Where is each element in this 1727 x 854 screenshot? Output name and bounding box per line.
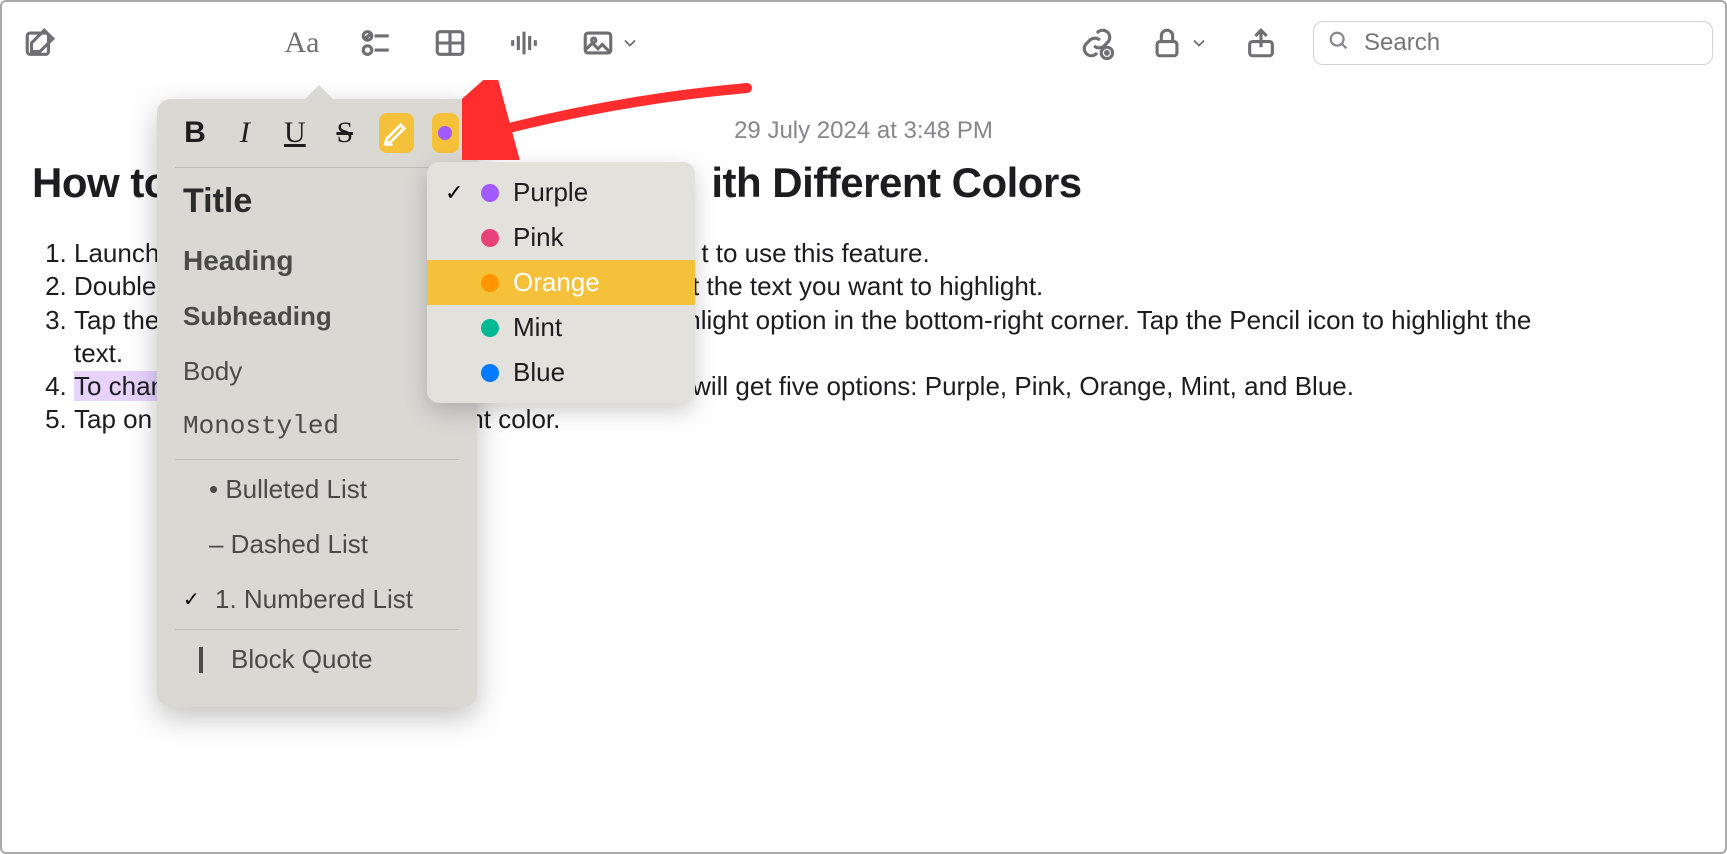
color-label: Orange — [513, 267, 600, 298]
color-dot-icon — [438, 126, 452, 140]
table-icon[interactable] — [432, 25, 468, 61]
swatch-icon — [481, 319, 499, 337]
search-icon — [1328, 30, 1350, 57]
color-item-purple[interactable]: ✓ Purple — [427, 170, 695, 215]
swatch-icon — [481, 229, 499, 247]
color-label: Mint — [513, 312, 562, 343]
search-box[interactable] — [1313, 21, 1713, 65]
swatch-icon — [481, 184, 499, 202]
search-input[interactable] — [1362, 28, 1698, 58]
color-item-orange[interactable]: Orange — [427, 260, 695, 305]
style-dashed[interactable]: – Dashed List — [157, 517, 477, 572]
style-blockquote[interactable]: Block Quote — [157, 632, 477, 687]
color-item-mint[interactable]: Mint — [427, 305, 695, 350]
swatch-icon — [481, 274, 499, 292]
underline-button[interactable]: U — [279, 113, 311, 153]
highlight-color-menu: ✓ Purple Pink Orange Mint Blue — [427, 162, 695, 403]
color-label: Blue — [513, 357, 565, 388]
link-icon[interactable] — [1079, 25, 1115, 61]
color-label: Pink — [513, 222, 564, 253]
media-icon[interactable] — [580, 25, 616, 61]
chevron-down-icon[interactable] — [620, 25, 640, 61]
check-icon: ✓ — [445, 180, 467, 206]
format-row: B I U S — [157, 99, 477, 165]
checklist-icon[interactable] — [358, 25, 394, 61]
color-item-pink[interactable]: Pink — [427, 215, 695, 260]
style-numbered[interactable]: ✓ 1. Numbered List — [157, 572, 477, 627]
lock-icon[interactable] — [1149, 25, 1185, 61]
color-item-blue[interactable]: Blue — [427, 350, 695, 395]
strikethrough-button[interactable]: S — [329, 113, 361, 153]
check-icon: ✓ — [183, 587, 201, 612]
compose-icon[interactable] — [22, 25, 58, 61]
style-bulleted[interactable]: • Bulleted List — [157, 462, 477, 517]
format-icon[interactable]: Aa — [284, 25, 320, 61]
audio-icon[interactable] — [506, 25, 542, 61]
highlight-button[interactable] — [379, 113, 414, 153]
highlight-color-button[interactable] — [432, 113, 459, 153]
chevron-down-icon[interactable] — [1189, 25, 1209, 61]
swatch-icon — [481, 364, 499, 382]
toolbar: Aa — [2, 2, 1725, 84]
color-label: Purple — [513, 177, 588, 208]
share-icon[interactable] — [1243, 25, 1279, 61]
style-monostyled[interactable]: Monostyled — [157, 399, 477, 453]
bold-button[interactable]: B — [179, 113, 211, 153]
italic-button[interactable]: I — [229, 113, 261, 153]
